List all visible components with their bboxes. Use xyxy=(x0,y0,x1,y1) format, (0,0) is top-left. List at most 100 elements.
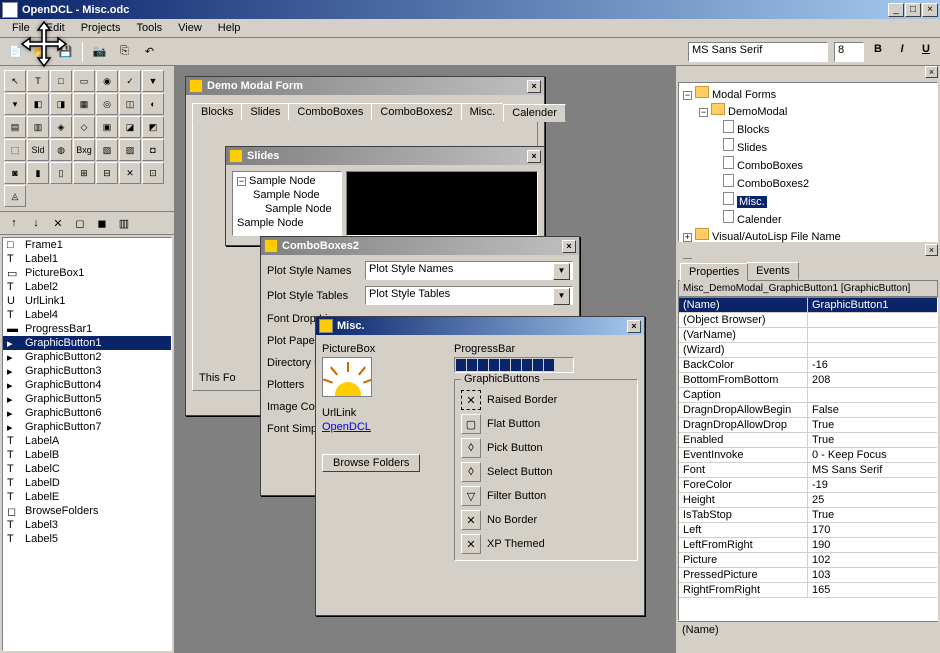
maximize-button[interactable]: □ xyxy=(905,3,921,17)
property-value[interactable]: 102 xyxy=(808,553,937,567)
palette-tool-21[interactable]: ⬚ xyxy=(4,139,26,161)
list-item[interactable]: TLabel5 xyxy=(3,532,171,546)
window-misc-title[interactable]: Misc. × xyxy=(316,317,644,335)
palette-tool-32[interactable]: ⊟ xyxy=(96,162,118,184)
tab-calender[interactable]: Calender xyxy=(503,104,566,122)
tree-node[interactable]: Misc. xyxy=(681,191,935,209)
tab-events[interactable]: Events xyxy=(747,262,799,280)
property-value[interactable]: 165 xyxy=(808,583,937,597)
underline-button[interactable]: U xyxy=(916,42,936,62)
tab-slides[interactable]: Slides xyxy=(241,103,289,121)
property-row[interactable]: EventInvoke0 - Keep Focus xyxy=(679,448,937,463)
graphic-button-icon[interactable]: ✕ xyxy=(461,390,481,410)
property-row[interactable]: (VarName) xyxy=(679,328,937,343)
palette-tool-4[interactable]: ◉ xyxy=(96,70,118,92)
palette-tool-2[interactable]: □ xyxy=(50,70,72,92)
property-row[interactable]: BackColor-16 xyxy=(679,358,937,373)
property-row[interactable]: Caption xyxy=(679,388,937,403)
graphic-button-icon[interactable]: ✕ xyxy=(461,534,481,554)
graphic-button-icon[interactable]: ▢ xyxy=(461,414,481,434)
tb-copy-icon[interactable]: ⎘ xyxy=(113,41,136,63)
expand-icon[interactable]: + xyxy=(683,233,692,242)
property-row[interactable]: Left170 xyxy=(679,523,937,538)
close-icon[interactable]: × xyxy=(925,244,938,256)
property-value[interactable]: -16 xyxy=(808,358,937,372)
property-value[interactable]: 25 xyxy=(808,493,937,507)
palette-tool-6[interactable]: ▼ xyxy=(142,70,164,92)
property-row[interactable]: RightFromRight165 xyxy=(679,583,937,598)
menu-file[interactable]: File xyxy=(4,20,38,36)
property-row[interactable]: IsTabStopTrue xyxy=(679,508,937,523)
list-tool-0[interactable]: ↑ xyxy=(4,214,24,232)
property-row[interactable]: DragnDropAllowDropTrue xyxy=(679,418,937,433)
tb-open-icon[interactable]: 📂 xyxy=(29,41,52,63)
property-row[interactable]: EnabledTrue xyxy=(679,433,937,448)
expand-icon[interactable]: − xyxy=(237,177,246,186)
palette-tool-24[interactable]: Bxg xyxy=(73,139,95,161)
list-tool-4[interactable]: ◼ xyxy=(92,214,112,232)
property-value[interactable]: MS Sans Serif xyxy=(808,463,937,477)
list-item[interactable]: TLabelD xyxy=(3,476,171,490)
close-icon[interactable]: × xyxy=(925,66,938,78)
tree-node-label[interactable]: Sample Node xyxy=(249,175,316,187)
palette-tool-12[interactable]: ◫ xyxy=(119,93,141,115)
tb-save-icon[interactable]: 💾 xyxy=(54,41,77,63)
menu-help[interactable]: Help xyxy=(210,20,249,36)
property-row[interactable]: BottomFromBottom208 xyxy=(679,373,937,388)
palette-tool-25[interactable]: ▧ xyxy=(96,139,118,161)
close-icon[interactable]: × xyxy=(562,240,576,253)
property-value[interactable]: True xyxy=(808,433,937,447)
window-slides-title[interactable]: Slides × xyxy=(226,147,544,165)
list-item[interactable]: TLabel4 xyxy=(3,308,171,322)
palette-tool-17[interactable]: ◇ xyxy=(73,116,95,138)
property-row[interactable]: Height25 xyxy=(679,493,937,508)
tab-comboboxes[interactable]: ComboBoxes xyxy=(288,103,372,121)
palette-tool-28[interactable]: ◙ xyxy=(4,162,26,184)
graphic-button-icon[interactable]: ◊ xyxy=(461,438,481,458)
property-value[interactable]: GraphicButton1 xyxy=(808,298,937,312)
list-item[interactable]: TLabelC xyxy=(3,462,171,476)
property-value[interactable]: False xyxy=(808,403,937,417)
property-row[interactable]: (Wizard) xyxy=(679,343,937,358)
palette-tool-30[interactable]: ▯ xyxy=(50,162,72,184)
list-item[interactable]: TLabel1 xyxy=(3,252,171,266)
combo-0[interactable]: Plot Style Names xyxy=(365,261,573,280)
list-item[interactable]: ▬ProgressBar1 xyxy=(3,322,171,336)
list-item[interactable]: ▸GraphicButton4 xyxy=(3,378,171,392)
property-value[interactable] xyxy=(808,313,937,327)
close-icon[interactable]: × xyxy=(527,150,541,163)
property-value[interactable] xyxy=(808,388,937,402)
close-icon[interactable]: × xyxy=(527,80,541,93)
close-button[interactable]: × xyxy=(922,3,938,17)
list-item[interactable]: UUrlLink1 xyxy=(3,294,171,308)
palette-tool-29[interactable]: ▮ xyxy=(27,162,49,184)
list-item[interactable]: ▸GraphicButton7 xyxy=(3,420,171,434)
list-item[interactable]: ▸GraphicButton2 xyxy=(3,350,171,364)
palette-tool-19[interactable]: ◪ xyxy=(119,116,141,138)
property-value[interactable]: 0 - Keep Focus xyxy=(808,448,937,462)
list-item[interactable]: TLabel2 xyxy=(3,280,171,294)
palette-tool-15[interactable]: ▥ xyxy=(27,116,49,138)
list-item[interactable]: ▭PictureBox1 xyxy=(3,266,171,280)
list-item[interactable]: □Frame1 xyxy=(3,238,171,252)
tree-node-label[interactable]: Sample Node xyxy=(237,217,304,229)
property-row[interactable]: ForeColor-19 xyxy=(679,478,937,493)
tree-node[interactable]: Blocks xyxy=(681,119,935,137)
graphic-button-icon[interactable]: ◊ xyxy=(461,462,481,482)
palette-tool-20[interactable]: ◩ xyxy=(142,116,164,138)
close-icon[interactable]: × xyxy=(627,320,641,333)
palette-tool-5[interactable]: ✓ xyxy=(119,70,141,92)
list-item[interactable]: ▸GraphicButton3 xyxy=(3,364,171,378)
controls-list[interactable]: □Frame1TLabel1▭PictureBox1TLabel2UUrlLin… xyxy=(2,237,172,651)
palette-tool-35[interactable]: ◬ xyxy=(4,185,26,207)
property-row[interactable]: DragnDropAllowBeginFalse xyxy=(679,403,937,418)
browse-folders-button[interactable]: Browse Folders xyxy=(322,454,420,472)
window-misc[interactable]: Misc. × PictureBox UrlLink OpenDCL Brows… xyxy=(315,316,645,616)
property-value[interactable] xyxy=(808,328,937,342)
palette-tool-9[interactable]: ◨ xyxy=(50,93,72,115)
tree-node[interactable]: ComboBoxes2 xyxy=(681,173,935,191)
collapse-icon[interactable]: − xyxy=(699,108,708,117)
tab-blocks[interactable]: Blocks xyxy=(192,103,242,121)
list-item[interactable]: ▸GraphicButton6 xyxy=(3,406,171,420)
property-value[interactable] xyxy=(808,343,937,357)
